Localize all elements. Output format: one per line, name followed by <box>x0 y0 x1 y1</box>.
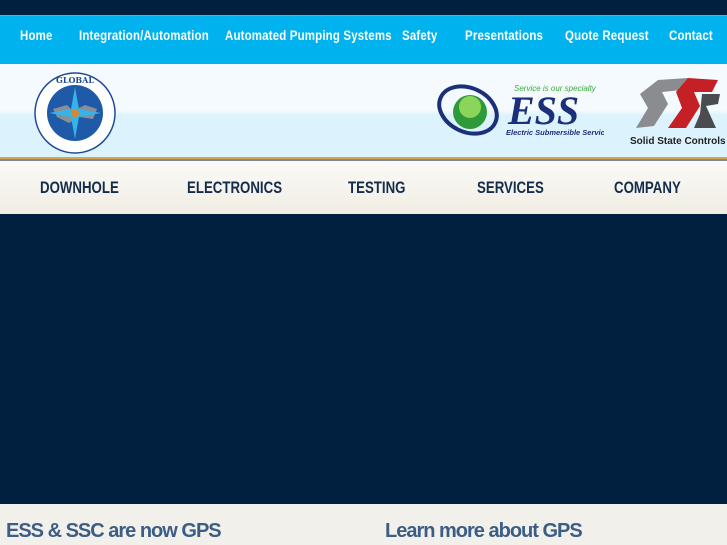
nav-home[interactable]: Home <box>20 27 53 43</box>
global-production-solutions-logo[interactable]: GLOBAL <box>33 71 117 155</box>
nav-quote-request[interactable]: Quote Request <box>565 27 649 43</box>
ssc-logo[interactable]: Solid State Controls <box>628 74 727 149</box>
top-bar <box>0 0 727 15</box>
nav-automated-pumping-systems[interactable]: Automated Pumping Systems <box>225 27 392 43</box>
svg-text:Electric Submersible Service: Electric Submersible Service <box>506 128 604 137</box>
ess-logo[interactable]: Service is our specialty ESS Electric Su… <box>434 80 604 142</box>
svg-text:Solid State Controls: Solid State Controls <box>630 136 726 147</box>
menu-company[interactable]: COMPANY <box>614 178 681 198</box>
logo-banner: GLOBAL Service is our specialty ESS Elec… <box>0 64 727 157</box>
ess-ssc-now-gps-link[interactable]: ESS & SSC are now GPS <box>6 520 222 543</box>
global-logo-text: GLOBAL <box>56 75 94 85</box>
menu-downhole[interactable]: DOWNHOLE <box>40 178 119 198</box>
top-nav: Home Integration/Automation Automated Pu… <box>0 15 727 64</box>
hero-area <box>0 214 727 504</box>
nav-integration-automation[interactable]: Integration/Automation <box>79 27 209 43</box>
menu-electronics[interactable]: ELECTRONICS <box>187 178 282 198</box>
nav-safety[interactable]: Safety <box>402 27 437 43</box>
learn-more-gps-link[interactable]: Learn more about GPS <box>385 520 583 543</box>
nav-presentations[interactable]: Presentations <box>465 27 543 43</box>
menu-services[interactable]: SERVICES <box>477 178 544 198</box>
footer-banner: ESS & SSC are now GPS Learn more about G… <box>0 504 727 545</box>
main-menu: DOWNHOLE ELECTRONICS TESTING SERVICES CO… <box>0 161 727 214</box>
nav-contact[interactable]: Contact <box>669 27 713 43</box>
menu-testing[interactable]: TESTING <box>348 178 405 198</box>
svg-text:ESS: ESS <box>507 88 579 133</box>
